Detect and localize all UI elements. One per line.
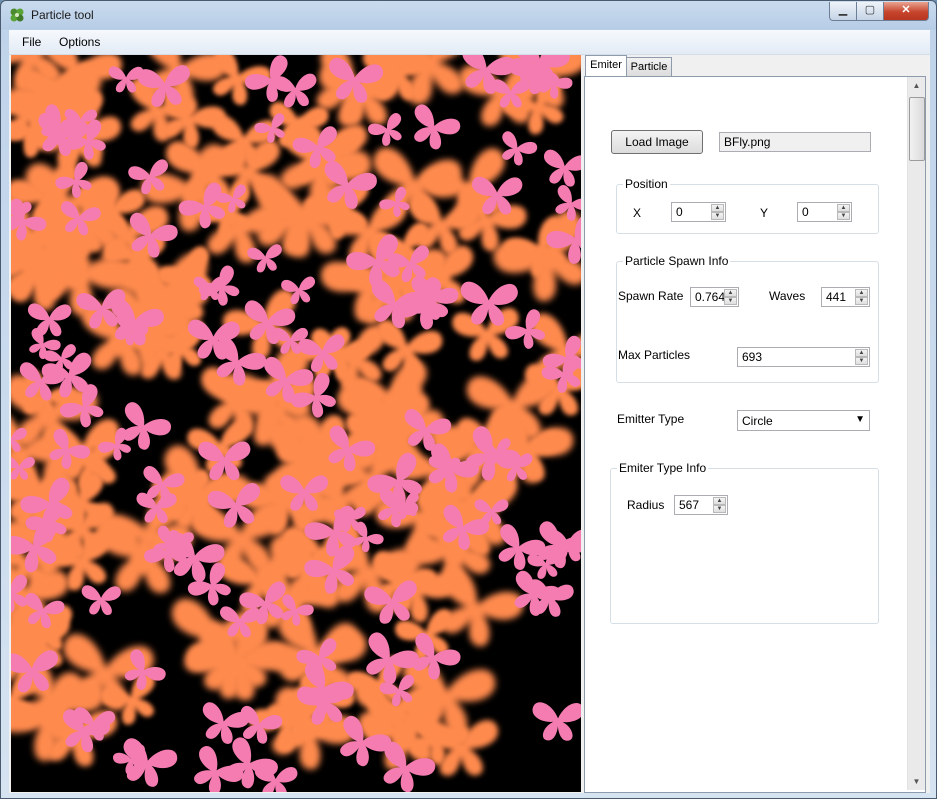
max-particles-stepper[interactable]: 693 ▲ ▼ [737,347,870,367]
scroll-down-icon[interactable]: ▼ [908,773,925,790]
menu-options[interactable]: Options [59,35,100,49]
position-group: Position X 0 ▲ ▼ Y 0 ▲ ▼ [616,177,879,234]
waves-stepper[interactable]: 441 ▲ ▼ [821,287,870,307]
close-button[interactable]: ✕ [883,2,929,21]
app-window: Particle tool ▁ ▢ ✕ File Options Emiter … [0,0,937,799]
clover-app-icon [10,8,24,22]
position-x-value: 0 [676,205,683,219]
chevron-down-icon: ▼ [855,414,865,425]
type-info-legend: Emiter Type Info [617,461,709,475]
tab-emiter[interactable]: Emiter [585,55,627,76]
scroll-up-icon[interactable]: ▲ [908,77,925,94]
spin-up-icon[interactable]: ▲ [855,289,868,297]
position-y-stepper[interactable]: 0 ▲ ▼ [797,202,852,222]
client-area: File Options Emiter Particle Load Image … [9,30,930,793]
butterfly-particle-pink [539,148,581,189]
emitter-type-value: Circle [742,414,773,428]
waves-value: 441 [826,290,847,304]
load-image-button[interactable]: Load Image [611,130,703,154]
spawn-rate-value: 0.764 [695,290,726,304]
emiter-tab-page: Load Image BFly.png Position X 0 ▲ ▼ Y 0 … [584,76,926,793]
spawn-rate-stepper[interactable]: 0.764 ▲ ▼ [690,287,739,307]
spin-down-icon[interactable]: ▼ [724,297,737,305]
butterfly-particle-pink [114,736,180,792]
spin-down-icon[interactable]: ▼ [713,505,726,513]
butterfly-particle-pink [80,585,122,616]
maximize-button[interactable]: ▢ [856,2,884,21]
position-legend: Position [623,177,670,191]
minimize-button[interactable]: ▁ [829,2,857,21]
spawn-info-legend: Particle Spawn Info [623,254,731,268]
x-label: X [633,206,642,220]
spin-up-icon[interactable]: ▲ [713,497,726,505]
emitter-type-label: Emitter Type [617,412,685,426]
particle-canvas [11,55,581,792]
menu-bar: File Options [9,30,930,55]
menu-file[interactable]: File [22,35,41,49]
radius-value: 567 [679,498,700,512]
spin-up-icon[interactable]: ▲ [724,289,737,297]
waves-label: Waves [769,289,806,303]
radius-stepper[interactable]: 567 ▲ ▼ [674,495,728,515]
position-x-stepper[interactable]: 0 ▲ ▼ [671,202,726,222]
spin-up-icon[interactable]: ▲ [711,204,724,212]
particle-spawn-info-group: Particle Spawn Info Spawn Rate 0.764 ▲ ▼ … [616,254,879,383]
spawn-rate-label: Spawn Rate [618,289,684,303]
spin-down-icon[interactable]: ▼ [837,212,850,220]
butterfly-particle-pink [403,102,463,156]
window-title: Particle tool [31,8,94,22]
spin-up-icon[interactable]: ▲ [837,204,850,212]
position-y-value: 0 [802,205,809,219]
radius-label: Radius [627,498,665,512]
vertical-scrollbar[interactable]: ▲ ▼ [907,77,925,790]
spin-down-icon[interactable]: ▼ [855,297,868,305]
y-label: Y [760,206,769,220]
butterfly-particle-pink [531,702,581,742]
image-file-field[interactable]: BFly.png [719,132,871,152]
emitter-type-dropdown[interactable]: Circle ▼ [737,410,870,431]
scroll-thumb[interactable] [909,97,925,161]
spin-down-icon[interactable]: ▼ [855,357,868,365]
title-bar[interactable]: Particle tool ▁ ▢ ✕ [1,1,936,29]
tab-particle[interactable]: Particle [626,57,672,76]
spin-up-icon[interactable]: ▲ [855,349,868,357]
particle-preview-viewport[interactable] [11,55,581,792]
max-particles-value: 693 [742,350,763,364]
emiter-type-info-group: Emiter Type Info Radius 567 ▲ ▼ [610,461,879,624]
butterfly-particle-pink [246,243,285,274]
spin-down-icon[interactable]: ▼ [711,212,724,220]
max-particles-label: Max Particles [618,348,691,362]
